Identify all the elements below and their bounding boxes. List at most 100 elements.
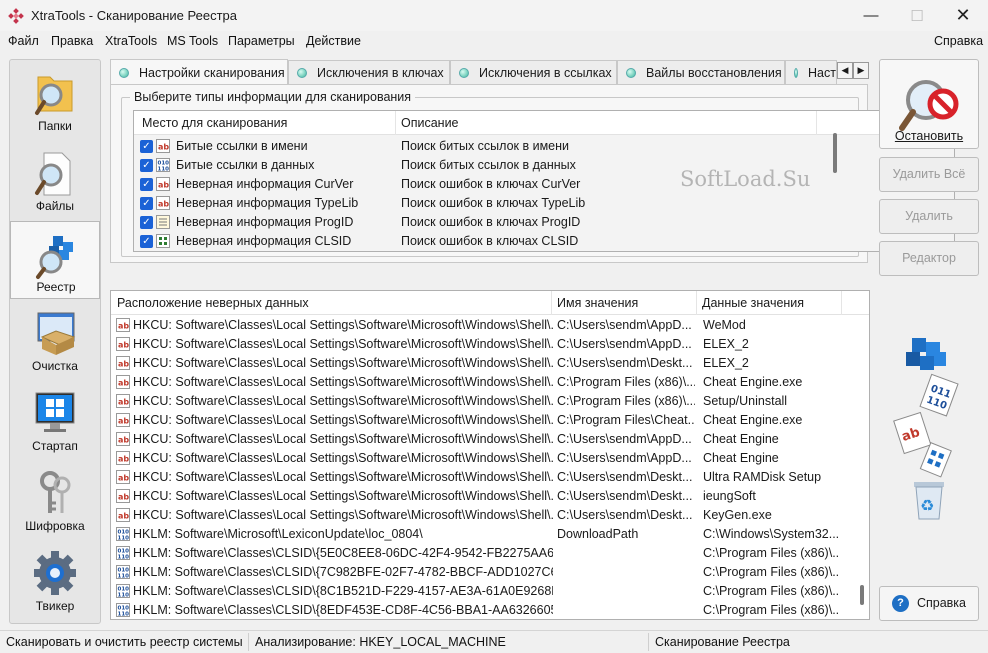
checkbox-checked[interactable]: ✓ [140, 216, 153, 229]
table-row[interactable]: ab HKCU: Software\Classes\Local Settings\… [111, 430, 856, 449]
column-header-value-data[interactable]: Данные значения [702, 296, 804, 310]
delete-label: Удалить [905, 209, 953, 223]
cell-value-data: Cheat Engine [703, 432, 779, 446]
help-label: Справка [916, 596, 967, 611]
results-scrollbar[interactable] [860, 585, 864, 605]
tab-key-exclusions[interactable]: Исключения в ключах [288, 60, 450, 84]
scan-types-list[interactable]: Место для сканирования Описание ✓ ab Бит… [133, 110, 955, 252]
ab-string-icon: ab [116, 394, 130, 408]
column-header-value-name[interactable]: Имя значения [557, 296, 638, 310]
ab-string-icon: ab [116, 508, 130, 522]
table-row[interactable]: ab HKCU: Software\Classes\Local Settings\… [111, 468, 856, 487]
cell-value-data: Ultra RAMDisk Setup [703, 470, 822, 484]
table-row[interactable]: ab HKCU: Software\Classes\Local Settings\… [111, 411, 856, 430]
column-header-location[interactable]: Расположение неверных данных [117, 296, 309, 310]
checkbox-checked[interactable]: ✓ [140, 140, 153, 153]
menu-help[interactable]: Справка [934, 34, 983, 48]
cell-value-name: C:\Users\sendm\Deskt... [557, 356, 693, 370]
svg-text:ab: ab [158, 200, 169, 209]
column-header-description[interactable]: Описание [401, 116, 459, 130]
svg-text:110: 110 [118, 536, 130, 542]
delete-all-button[interactable]: Удалить Всё [879, 157, 979, 192]
column-header-place[interactable]: Место для сканирования [142, 116, 287, 130]
editor-button[interactable]: Редактор [879, 241, 979, 276]
nav-item-registry[interactable]: Реестр [10, 221, 100, 299]
menu-action[interactable]: Действие [306, 34, 361, 48]
keys-icon [40, 471, 71, 513]
checkbox-checked[interactable]: ✓ [140, 235, 153, 248]
tab-scroll-right-button[interactable]: ▶ [853, 62, 869, 79]
results-list[interactable]: Расположение неверных данных Имя значени… [110, 290, 870, 620]
nav-item-folders[interactable]: Папки [10, 61, 100, 139]
ab-string-icon: ab [116, 356, 130, 370]
tab-scroll-left-button[interactable]: ◀ [837, 62, 853, 79]
cell-location: HKCU: Software\Classes\Local Settings\So… [133, 394, 553, 408]
table-row[interactable]: ab HKCU: Software\Classes\Local Settings\… [111, 487, 856, 506]
table-row[interactable]: ab HKCU: Software\Classes\Local Settings\… [111, 449, 856, 468]
scan-type-row[interactable]: ✓ Неверная информация ProgID Поиск ошибо… [134, 213, 939, 232]
tab-dot-icon [459, 67, 469, 78]
scan-types-header: Место для сканирования Описание [134, 111, 954, 135]
table-row[interactable]: 010 110 HKLM: Software\Classes\CLSID\{8EDF… [111, 601, 856, 619]
tab-dot-icon [794, 67, 799, 78]
watermark-text: SoftLoad.Su [680, 167, 811, 191]
menu-xtratools[interactable]: XtraTools [105, 34, 157, 48]
nav-label-registry: Реестр [36, 280, 76, 294]
menu-ms-tools[interactable]: MS Tools [167, 34, 218, 48]
minimize-button[interactable]: — [848, 0, 894, 31]
cell-location: HKCU: Software\Classes\Local Settings\So… [133, 356, 553, 370]
checkbox-checked[interactable]: ✓ [140, 197, 153, 210]
table-row[interactable]: 010 110 HKLM: Software\Classes\CLSID\{5E0C… [111, 544, 856, 563]
scan-type-description: Поиск битых ссылок в данных [401, 158, 576, 172]
menu-file[interactable]: Файл [8, 34, 39, 48]
scan-types-group-title: Выберите типы информации для сканировани… [130, 90, 416, 104]
svg-text:ab: ab [118, 436, 129, 445]
tab-scan-settings[interactable]: Настройки сканирования [110, 59, 288, 85]
stop-button[interactable]: Остановить [879, 59, 979, 149]
nav-item-files[interactable]: Файлы [10, 141, 100, 219]
table-row[interactable]: ab HKCU: Software\Classes\Local Settings\… [111, 392, 856, 411]
nav-item-tweaker[interactable]: Твикер [10, 541, 100, 619]
tab-restore-files[interactable]: Вайлы восстановления [617, 60, 785, 84]
checkbox-checked[interactable]: ✓ [140, 178, 153, 191]
scan-type-row[interactable]: ✓ Неверная информация CLSID Поиск ошибок… [134, 232, 939, 251]
menu-edit[interactable]: Правка [51, 34, 93, 48]
ab-string-icon: ab [156, 196, 170, 210]
ab-string-icon: ab [116, 375, 130, 389]
table-row[interactable]: ab HKCU: Software\Classes\Local Settings\… [111, 316, 856, 335]
table-row[interactable]: ab HKCU: Software\Classes\Local Settings\… [111, 335, 856, 354]
nav-item-encryption[interactable]: Шифровка [10, 461, 100, 539]
status-hint: Сканировать и очистить реестр системы [6, 635, 243, 649]
cell-location: HKCU: Software\Classes\Local Settings\So… [133, 375, 553, 389]
scan-type-row[interactable]: ✓ ab Битые ссылки в имени Поиск битых сс… [134, 137, 939, 156]
cell-value-data: WeMod [703, 318, 746, 332]
table-row[interactable]: ab HKCU: Software\Classes\Local Settings\… [111, 354, 856, 373]
svg-text:ab: ab [118, 493, 129, 502]
cell-location: HKLM: Software\Classes\CLSID\{5E0C8EE8-0… [133, 546, 553, 560]
table-row[interactable]: 010 110 HKLM: Software\Classes\CLSID\{8C1B… [111, 582, 856, 601]
scan-type-description: Поиск ошибок в ключах CurVer [401, 177, 581, 191]
scan-type-place: Неверная информация TypeLib [176, 196, 359, 210]
svg-text:110: 110 [158, 167, 170, 173]
scan-type-row[interactable]: ✓ ab Неверная информация TypeLib Поиск о… [134, 194, 939, 213]
table-row[interactable]: 010 110 HKLM: Software\Microsoft\LexiconUp… [111, 525, 856, 544]
scan-list-scrollbar[interactable] [833, 133, 837, 173]
nav-item-startup[interactable]: Стартап [10, 381, 100, 459]
table-row[interactable]: 010 110 HKLM: Software\Classes\CLSID\{7C98… [111, 563, 856, 582]
help-button[interactable]: ? Справка [879, 586, 979, 621]
scan-type-row[interactable]: ✓ ab Неверная информация CurVer Поиск ош… [134, 175, 939, 194]
title-bar: XtraTools - Сканирование Реестра — ☐ ✕ [0, 0, 988, 31]
maximize-button[interactable]: ☐ [894, 0, 940, 31]
nav-item-cleanup[interactable]: Очистка [10, 301, 100, 379]
tab-link-exclusions[interactable]: Исключения в ссылках [450, 60, 617, 84]
delete-button[interactable]: Удалить [879, 199, 979, 234]
menu-parameters[interactable]: Параметры [228, 34, 295, 48]
tab-settings[interactable]: Наст [785, 60, 837, 84]
column-divider [696, 291, 697, 315]
scan-type-row[interactable]: ✓ 010 110 Битые ссылки в данных Поиск бит… [134, 156, 939, 175]
table-row[interactable]: ab HKCU: Software\Classes\Local Settings\… [111, 506, 856, 525]
close-button[interactable]: ✕ [940, 0, 986, 31]
table-row[interactable]: ab HKCU: Software\Classes\Local Settings\… [111, 373, 856, 392]
checkbox-checked[interactable]: ✓ [140, 159, 153, 172]
svg-text:110: 110 [118, 612, 130, 618]
